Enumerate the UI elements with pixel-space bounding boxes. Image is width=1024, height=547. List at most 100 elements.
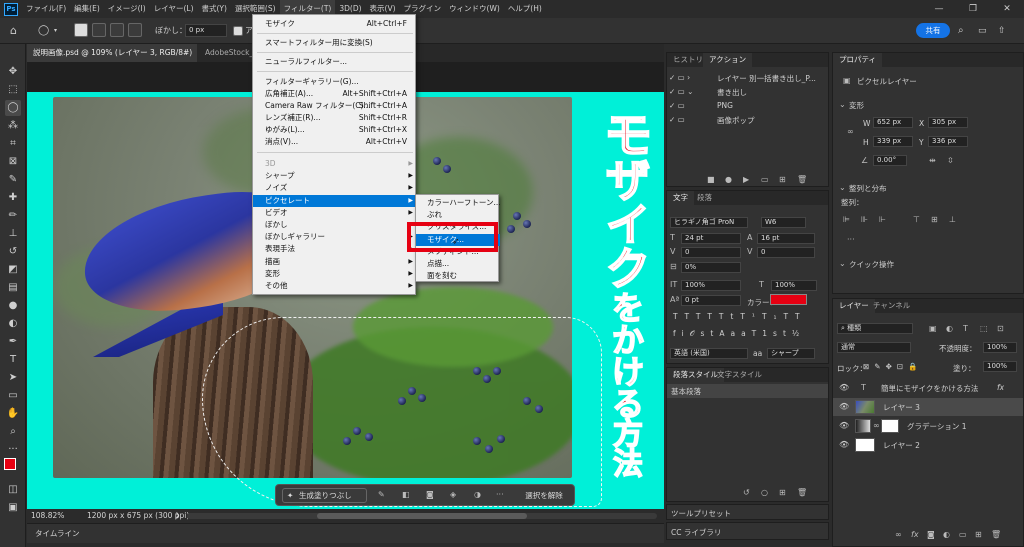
clone-stamp-icon[interactable]: ⊥ — [5, 226, 21, 242]
tab-character[interactable]: 文字 — [667, 191, 694, 205]
kerning-input[interactable]: 0 — [681, 247, 741, 258]
maximize-button[interactable]: ❐ — [956, 0, 990, 18]
menu-item-distort[interactable]: 変形 ▶ — [253, 268, 417, 280]
add-mask-icon[interactable]: ◙ — [927, 530, 935, 539]
menu-file[interactable]: ファイル(F) — [22, 0, 70, 18]
tab-character-styles[interactable]: 文字スタイル — [711, 368, 768, 382]
workspace-icon[interactable]: ▭ — [978, 23, 987, 39]
filter-adjustment-icon[interactable]: ◐ — [946, 324, 953, 333]
search-icon[interactable]: ⌕ — [958, 23, 964, 39]
modify-selection-icon[interactable]: ✎ — [378, 490, 385, 499]
menu-image[interactable]: イメージ(I) — [104, 0, 150, 18]
gradient-tool-icon[interactable]: ▤ — [5, 280, 21, 296]
quick-mask-icon[interactable]: ◫ — [5, 482, 21, 498]
artboard-tool-icon[interactable]: ⬚ — [5, 82, 21, 98]
align-top-icon[interactable]: ⊤ — [913, 215, 920, 224]
font-size-input[interactable]: 24 pt — [681, 233, 741, 244]
menu-item-filter-gallery[interactable]: フィルターギャラリー(G)... — [253, 76, 417, 88]
more-tools-icon[interactable]: ··· — [5, 442, 21, 458]
screen-mode-icon[interactable]: ▣ — [5, 500, 21, 516]
subtract-selection-icon[interactable] — [110, 23, 124, 37]
clear-override-icon[interactable]: ↺ — [743, 488, 750, 497]
filter-pixel-icon[interactable]: ▣ — [929, 324, 937, 333]
lasso-tool-icon[interactable]: ◯ — [38, 23, 49, 39]
menu-item-neural-filters[interactable]: ニューラルフィルター... — [253, 56, 417, 68]
visibility-eye-icon[interactable]: 👁 — [839, 402, 849, 411]
antialias-select[interactable]: シャープ — [767, 348, 815, 359]
layer-filter-select[interactable]: ⌕ 種類 — [837, 323, 913, 334]
blend-mode-select[interactable]: 通常 — [837, 342, 911, 353]
submenu-item-pointillize[interactable]: 点描... — [416, 258, 500, 270]
add-selection-icon[interactable] — [92, 23, 106, 37]
menu-layer[interactable]: レイヤー(L) — [150, 0, 198, 18]
link-layers-icon[interactable]: ∞ — [895, 530, 902, 539]
tab-channels[interactable]: チャンネル — [867, 299, 916, 313]
tracking-input[interactable]: 0 — [757, 247, 815, 258]
layer-name[interactable]: 簡単にモザイクをかける方法 — [881, 383, 978, 394]
visibility-eye-icon[interactable]: 👁 — [839, 440, 849, 449]
history-brush-icon[interactable]: ↺ — [5, 244, 21, 260]
visibility-eye-icon[interactable]: 👁 — [839, 421, 849, 430]
blur-tool-icon[interactable]: ● — [5, 298, 21, 314]
width-input[interactable]: 652 px — [873, 117, 913, 128]
delete-layer-icon[interactable]: 🗑 — [991, 530, 1001, 539]
share-icon[interactable]: ⇧ — [998, 23, 1006, 39]
menu-item-liquify[interactable]: ゆがみ(L)... Shift+Ctrl+X — [253, 124, 417, 136]
redefine-style-icon[interactable]: ○ — [761, 488, 768, 497]
tab-paragraph[interactable]: 段落 — [691, 191, 718, 205]
chevron-down-icon[interactable]: ⌄ — [839, 259, 846, 268]
action-set-row[interactable]: レイヤー 別一括書き出し_P... — [717, 73, 827, 84]
menu-item-render[interactable]: 描画 ▶ — [253, 256, 417, 268]
menu-item-pixelate[interactable]: ピクセレート ▶ — [253, 195, 417, 207]
tab-actions[interactable]: アクション — [703, 53, 753, 67]
timeline-label[interactable]: タイムライン — [35, 528, 79, 539]
height-input[interactable]: 339 px — [873, 136, 913, 147]
layer-row[interactable]: 👁 レイヤー 2 — [833, 436, 1023, 454]
quick-actions-label[interactable]: クイック操作 — [849, 259, 894, 270]
new-action-icon[interactable]: ⊞ — [779, 175, 786, 184]
zoom-tool-icon[interactable]: ⌕ — [5, 424, 21, 440]
tab-properties[interactable]: プロパティ — [833, 53, 883, 67]
transform-section-label[interactable]: 変形 — [849, 100, 864, 111]
menu-item-blur[interactable]: ぼかし ▶ — [253, 219, 417, 231]
healing-brush-icon[interactable]: ✚ — [5, 190, 21, 206]
menu-item-adaptive-wide-angle[interactable]: 広角補正(A)... Alt+Shift+Ctrl+A — [253, 88, 417, 100]
menu-item-convert-smart-filter[interactable]: スマートフィルター用に変換(S) — [253, 37, 417, 49]
document-tab-active[interactable]: 説明画像.psd @ 109% (レイヤー 3, RGB/8#) — [27, 44, 197, 62]
eraser-icon[interactable]: ◩ — [5, 262, 21, 278]
fx-icon[interactable]: fx — [911, 530, 919, 539]
invert-selection-icon[interactable]: ◧ — [402, 490, 410, 499]
x-input[interactable]: 305 px — [928, 117, 968, 128]
horizontal-scrollbar[interactable] — [187, 513, 657, 519]
antialias-checkbox[interactable] — [233, 26, 243, 36]
chevron-down-icon[interactable]: ⌄ — [839, 100, 846, 109]
menu-item-other[interactable]: その他 ▶ — [253, 280, 417, 292]
layer-row-selected[interactable]: 👁 レイヤー 3 — [833, 398, 1023, 416]
new-selection-icon[interactable] — [74, 23, 88, 37]
rectangle-tool-icon[interactable]: ▭ — [5, 388, 21, 404]
type-tool-icon[interactable]: T — [5, 352, 21, 368]
hand-tool-icon[interactable]: ✋ — [5, 406, 21, 422]
stop-icon[interactable]: ■ — [707, 175, 715, 184]
trash-icon[interactable]: 🗑 — [797, 175, 807, 184]
filter-type-icon[interactable]: T — [963, 324, 968, 333]
baseline-shift-input[interactable]: 0 pt — [681, 295, 741, 306]
pen-tool-icon[interactable]: ✒ — [5, 334, 21, 350]
angle-input[interactable]: 0.00° — [873, 155, 907, 166]
type-style-buttons[interactable]: TTTTTtT¹T₁TT — [673, 312, 807, 321]
menu-item-vanishing-point[interactable]: 消点(V)... Alt+Ctrl+V — [253, 136, 417, 148]
adjustment-layer-icon[interactable]: ◐ — [943, 530, 950, 539]
new-style-icon[interactable]: ⊞ — [779, 488, 786, 497]
intersect-selection-icon[interactable] — [128, 23, 142, 37]
tool-presets-tab[interactable]: ツールプリセット — [666, 504, 829, 520]
menu-type[interactable]: 書式(Y) — [198, 0, 231, 18]
brush-tool-icon[interactable]: ✏ — [5, 208, 21, 224]
leading-input[interactable]: 16 pt — [757, 233, 815, 244]
language-select[interactable]: 英語 (米国) — [670, 348, 748, 359]
generative-fill-button[interactable]: ✦ 生成塗りつぶし — [282, 488, 367, 503]
adjustment-icon[interactable]: ◑ — [474, 490, 481, 499]
action-row[interactable]: 画像ポップ — [717, 115, 755, 126]
eyedropper-icon[interactable]: ✎ — [5, 172, 21, 188]
filter-shape-icon[interactable]: ⬚ — [980, 324, 988, 333]
crop-tool-icon[interactable]: ⌗ — [5, 136, 21, 152]
